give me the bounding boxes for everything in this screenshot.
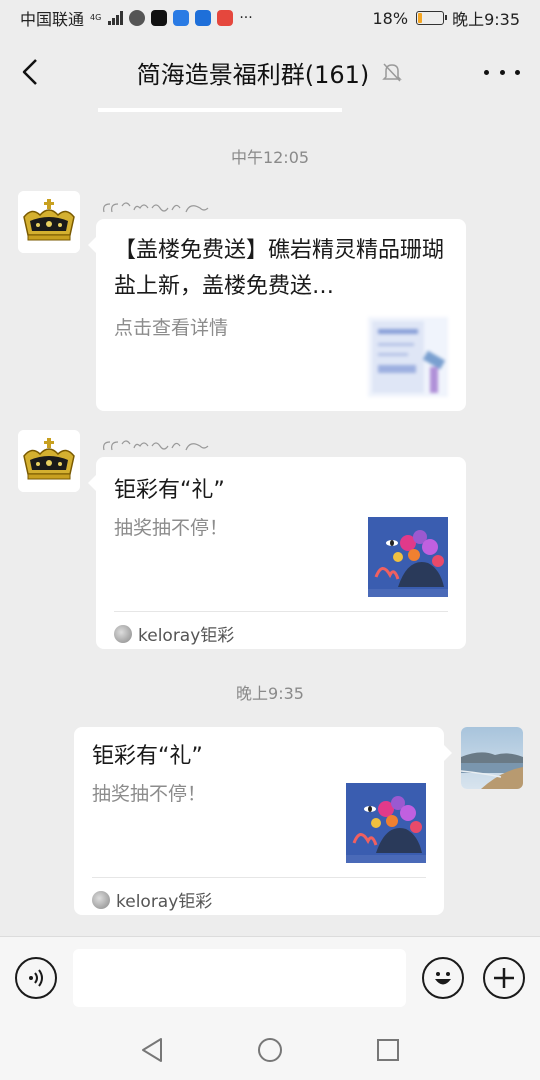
card-description: 抽奖抽不停！ — [114, 517, 229, 539]
card-source: keloray钜彩 — [114, 621, 234, 646]
more-icon-dot — [484, 69, 489, 75]
card-description: 抽奖抽不停！ — [92, 783, 207, 805]
source-app-icon — [114, 624, 132, 643]
weibo-app-icon — [217, 10, 234, 26]
chat-screen: 中国联通 4G ··· 18% 晚上9:35 简海造景福利群(161) 中午12… — [0, 0, 540, 1080]
message-timestamp: 中午12:05 — [230, 148, 310, 167]
link-card-thumbnail — [368, 317, 448, 397]
battery-icon — [416, 11, 448, 25]
crown-icon — [18, 430, 80, 492]
chat-title-group[interactable]: 简海造景福利群(161) — [137, 55, 404, 90]
miniprogram-card-sent[interactable]: 钜彩有“礼” 抽奖抽不停！ keloray钜彩 — [74, 727, 452, 915]
card-source: keloray钜彩 — [92, 887, 212, 912]
browser-app-icon — [129, 10, 146, 26]
network-type-label: 4G — [90, 13, 102, 22]
nav-home-button[interactable] — [256, 1036, 284, 1064]
more-functions-button[interactable] — [483, 957, 525, 999]
previous-message-edge — [98, 108, 342, 112]
source-app-icon — [92, 890, 110, 909]
nav-home-icon — [258, 1038, 282, 1062]
back-button[interactable] — [14, 56, 46, 88]
chat-header: 简海造景福利群(161) — [0, 36, 540, 108]
card-source-label: keloray钜彩 — [116, 892, 213, 912]
link-card[interactable]: 【盖楼免费送】礁岩精灵精品珊瑚盐上新，盖楼免费送… 点击查看详情 — [88, 219, 466, 411]
message-input[interactable] — [73, 949, 406, 1007]
card-divider — [92, 877, 426, 878]
back-arrow-icon — [22, 59, 37, 85]
message-timestamp: 晚上9:35 — [236, 684, 304, 703]
shield-app-icon — [195, 10, 212, 26]
bell-off-icon — [382, 63, 403, 82]
sender-nickname-glyph — [103, 440, 209, 451]
voice-button[interactable] — [15, 957, 57, 999]
my-avatar[interactable] — [461, 727, 523, 789]
voice-icon — [29, 969, 43, 987]
chat-title: 简海造景福利群(161) — [136, 60, 370, 89]
link-card-description: 点击查看详情 — [114, 317, 229, 339]
beach-photo-avatar — [461, 727, 523, 789]
more-icon-dot — [515, 69, 520, 75]
sender-avatar[interactable] — [18, 191, 80, 253]
nav-back-button[interactable] — [138, 1036, 166, 1064]
card-title: 钜彩有“礼” — [92, 744, 203, 769]
status-bar: 中国联通 4G ··· 18% 晚上9:35 — [0, 0, 540, 36]
more-button[interactable] — [484, 58, 520, 86]
link-card-title: 【盖楼免费送】礁岩精灵精品珊瑚盐上新，盖楼免费送… — [114, 238, 445, 299]
more-notifications-icon: ··· — [239, 10, 253, 26]
card-thumbnail — [368, 517, 448, 597]
crown-icon — [18, 191, 80, 253]
sender-nickname-glyph — [103, 202, 209, 213]
signal-icon — [108, 11, 124, 25]
cloud-app-icon — [173, 10, 190, 26]
sender-avatar[interactable] — [18, 430, 80, 492]
plus-icon — [494, 968, 514, 988]
battery-percent: 18% — [372, 8, 409, 28]
nav-recents-button[interactable] — [374, 1036, 402, 1064]
coral-reef-image — [368, 517, 448, 597]
card-divider — [114, 611, 448, 612]
tiktok-app-icon — [151, 10, 168, 26]
nav-recents-icon — [377, 1039, 399, 1061]
status-left: 中国联通 4G ··· — [20, 6, 253, 30]
card-thumbnail — [346, 783, 426, 863]
more-icon-dot — [499, 69, 505, 75]
chat-input-bar — [0, 936, 540, 1020]
card-source-label: keloray钜彩 — [138, 626, 235, 646]
miniprogram-card[interactable]: 钜彩有“礼” 抽奖抽不停！ keloray钜彩 — [88, 457, 466, 649]
status-right: 18% 晚上9:35 — [373, 6, 521, 30]
status-time: 晚上9:35 — [452, 10, 520, 29]
coral-reef-image — [346, 783, 426, 863]
emoji-button[interactable] — [422, 957, 464, 999]
battery-level — [418, 13, 423, 23]
blurred-poster-image — [368, 317, 448, 397]
system-navigation-bar — [0, 1020, 540, 1080]
card-title: 钜彩有“礼” — [114, 478, 225, 503]
carrier-label: 中国联通 — [20, 10, 85, 29]
emoji-icon — [435, 972, 451, 985]
nav-back-icon — [142, 1038, 162, 1062]
